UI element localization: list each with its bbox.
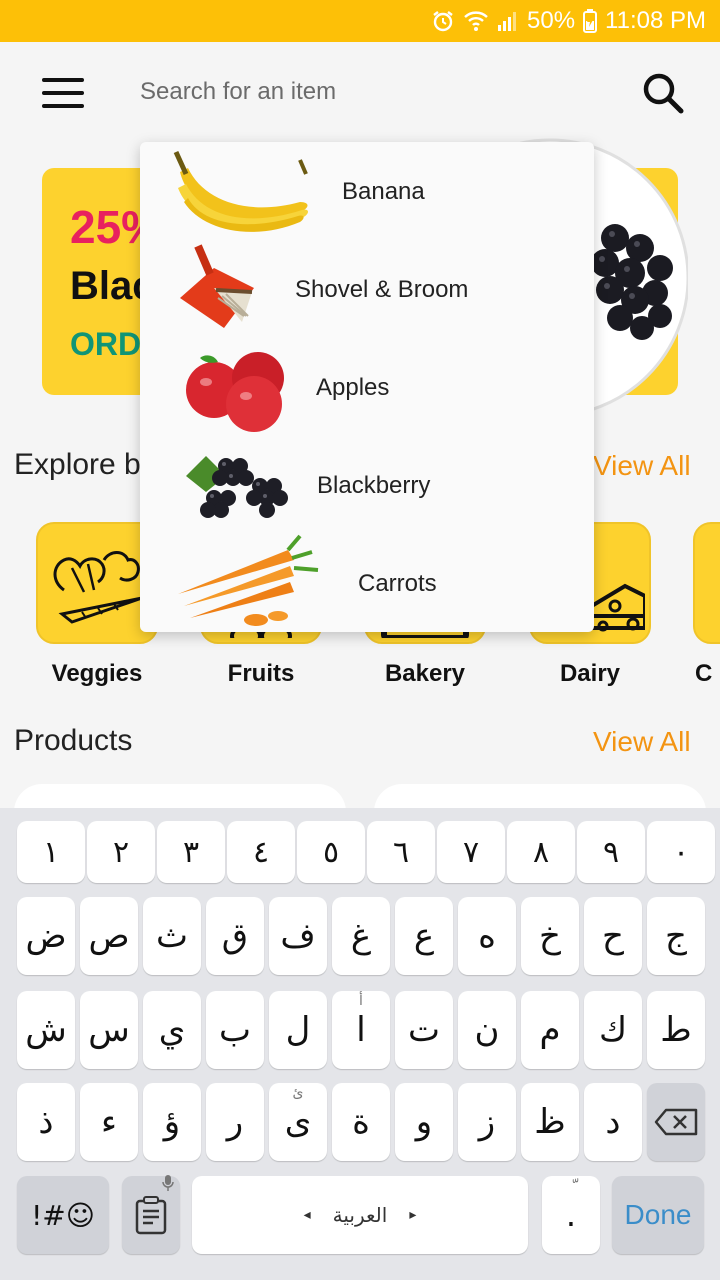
search-input[interactable]: [140, 70, 600, 114]
backspace-key[interactable]: [647, 1083, 705, 1161]
products-title: Products: [14, 724, 133, 757]
key-7[interactable]: ٧: [437, 821, 505, 883]
explore-title: Explore b: [14, 448, 141, 481]
key-hint: ّ: [542, 1178, 600, 1199]
category-label: C: [695, 660, 713, 687]
suggestion-label: Apples: [316, 374, 390, 401]
key-letter[interactable]: ي: [143, 991, 201, 1069]
suggestion-carrots[interactable]: Carrots: [140, 534, 594, 632]
key-5[interactable]: ٥: [297, 821, 365, 883]
space-right-arrow-icon: ▸: [409, 1207, 417, 1223]
alarm-icon: [431, 9, 455, 33]
key-letter[interactable]: ف: [269, 897, 327, 975]
battery-charging-icon: [583, 9, 598, 33]
key-letter[interactable]: ذ: [17, 1083, 75, 1161]
key-letter: .: [565, 1196, 577, 1234]
key-letter[interactable]: ع: [395, 897, 453, 975]
key-letter[interactable]: ة: [332, 1083, 390, 1161]
battery-percent: 50%: [527, 7, 576, 34]
app-bar: [0, 42, 720, 142]
key-letter[interactable]: و: [395, 1083, 453, 1161]
key-letter[interactable]: ض: [17, 897, 75, 975]
clipboard-key[interactable]: [122, 1175, 180, 1254]
suggestion-label: Blackberry: [317, 472, 431, 499]
key-6[interactable]: ٦: [367, 821, 435, 883]
key-letter[interactable]: ش: [17, 991, 75, 1069]
key-letter[interactable]: ص: [80, 897, 138, 975]
space-left-arrow-icon: ◂: [303, 1207, 311, 1223]
key-letter[interactable]: ر: [206, 1083, 264, 1161]
suggestion-label: Carrots: [358, 570, 437, 597]
suggestion-apples[interactable]: Apples: [140, 338, 594, 436]
category-partial[interactable]: C: [693, 522, 720, 687]
suggestion-shovel-broom[interactable]: Shovel & Broom: [140, 240, 594, 338]
category-label: Bakery: [384, 660, 466, 687]
wifi-icon: [463, 9, 489, 33]
key-hint: ئ: [292, 1085, 304, 1101]
key-letter[interactable]: ق: [206, 897, 264, 975]
clock: 11:08 PM: [605, 7, 706, 34]
key-alef-maqsura[interactable]: ئ ى: [269, 1083, 327, 1161]
arabic-keyboard: ١ ٢ ٣ ٤ ٥ ٦ ٧ ٨ ٩ ٠ ض ص ث ق ف غ ع ه خ ح …: [0, 808, 720, 1280]
key-letter[interactable]: ء: [80, 1083, 138, 1161]
products-view-all-link[interactable]: View All: [593, 726, 691, 758]
apples-icon: [186, 352, 284, 432]
key-letter[interactable]: ج: [647, 897, 705, 975]
status-bar: 50% 11:08 PM: [0, 0, 720, 42]
key-hint: أ: [359, 993, 363, 1009]
category-label: Fruits: [227, 660, 295, 687]
key-3[interactable]: ٣: [157, 821, 225, 883]
key-1[interactable]: ١: [17, 821, 85, 883]
category-label: Veggies: [51, 660, 143, 687]
key-8[interactable]: ٨: [507, 821, 575, 883]
key-letter: ا: [356, 1010, 366, 1050]
blackberry-icon: [186, 456, 288, 518]
key-alef[interactable]: أ ا: [332, 991, 390, 1069]
period-key[interactable]: ّ .: [542, 1176, 600, 1254]
banner-cta: ORD: [70, 326, 142, 362]
signal-icon: [497, 10, 519, 32]
key-letter[interactable]: ب: [206, 991, 264, 1069]
clipboard-icon: [135, 1196, 167, 1235]
suggestion-blackberry[interactable]: Blackberry: [140, 436, 594, 534]
key-letter[interactable]: ه: [458, 897, 516, 975]
key-letter[interactable]: ح: [584, 897, 642, 975]
suggestion-label: Banana: [342, 178, 425, 205]
space-language-label: العربية: [332, 1203, 388, 1227]
key-letter[interactable]: ؤ: [143, 1083, 201, 1161]
key-letter[interactable]: س: [80, 991, 138, 1069]
key-letter[interactable]: ت: [395, 991, 453, 1069]
key-letter: ى: [284, 1102, 312, 1142]
key-2[interactable]: ٢: [87, 821, 155, 883]
key-letter[interactable]: ل: [269, 991, 327, 1069]
suggestion-banana[interactable]: Banana: [140, 142, 594, 240]
key-0[interactable]: ٠: [647, 821, 715, 883]
key-letter[interactable]: خ: [521, 897, 579, 975]
key-letter[interactable]: ن: [458, 991, 516, 1069]
search-suggestions-dropdown: Banana Shovel & Broom Apples Blackberry …: [140, 142, 594, 632]
key-letter[interactable]: غ: [332, 897, 390, 975]
symbols-key[interactable]: !#☺: [17, 1176, 109, 1254]
done-key[interactable]: Done: [612, 1176, 704, 1254]
key-letter[interactable]: د: [584, 1083, 642, 1161]
key-letter[interactable]: ظ: [521, 1083, 579, 1161]
banana-icon: [173, 150, 308, 232]
key-letter[interactable]: ك: [584, 991, 642, 1069]
veggies-icon: [53, 551, 143, 624]
key-4[interactable]: ٤: [227, 821, 295, 883]
carrots-icon: [178, 534, 319, 626]
explore-view-all-link[interactable]: View All: [593, 450, 691, 482]
mic-icon: [162, 1175, 174, 1191]
key-9[interactable]: ٩: [577, 821, 645, 883]
key-letter[interactable]: ط: [647, 991, 705, 1069]
key-letter[interactable]: ز: [458, 1083, 516, 1161]
category-label: Dairy: [559, 660, 621, 687]
menu-icon[interactable]: [42, 78, 84, 108]
space-bar[interactable]: ◂ العربية ▸: [192, 1176, 528, 1254]
backspace-icon: [654, 1108, 698, 1136]
search-icon[interactable]: [640, 70, 686, 116]
suggestion-label: Shovel & Broom: [295, 276, 469, 303]
key-letter[interactable]: م: [521, 991, 579, 1069]
key-letter[interactable]: ث: [143, 897, 201, 975]
